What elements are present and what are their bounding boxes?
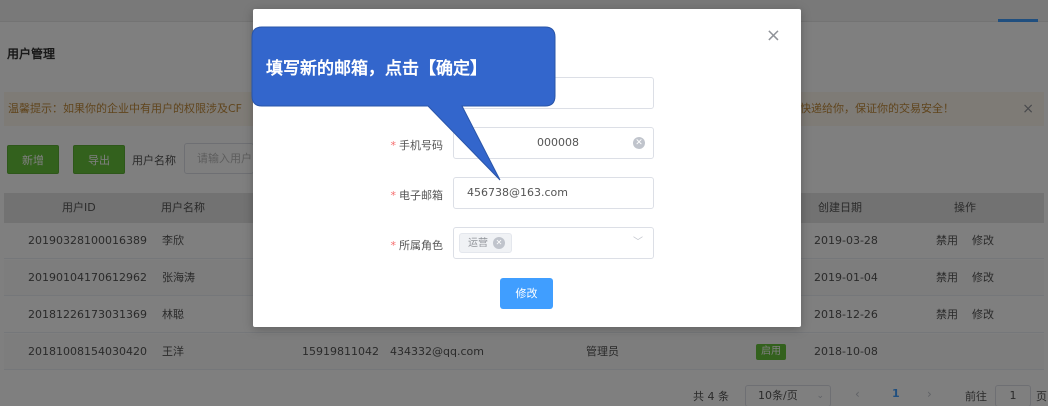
required-mark: * xyxy=(390,189,397,202)
email-value: 456738@163.com xyxy=(467,186,568,199)
callout-text: 填写新的邮箱，点击【确定】 xyxy=(266,59,487,79)
role-label-text: 所属角色 xyxy=(399,239,443,252)
username-field[interactable] xyxy=(453,77,654,109)
chevron-down-icon: ﹀ xyxy=(633,237,643,248)
required-mark: * xyxy=(390,239,397,252)
phone-label-text: 手机号码 xyxy=(399,139,443,152)
email-field[interactable]: 456738@163.com xyxy=(453,177,654,209)
role-tag: 运营 ✕ xyxy=(459,233,512,253)
role-label: * 所属角色 xyxy=(373,237,444,253)
email-label: * 电子邮箱 xyxy=(373,187,444,203)
submit-button[interactable]: 修改 xyxy=(500,278,553,309)
phone-value: 000008 xyxy=(537,136,579,149)
close-icon[interactable]: × xyxy=(766,27,781,45)
email-label-text: 电子邮箱 xyxy=(399,189,443,202)
phone-field[interactable]: 000008 ✕ xyxy=(453,127,654,159)
tag-close-icon[interactable]: ✕ xyxy=(493,237,505,249)
role-tag-text: 运营 xyxy=(468,238,488,249)
phone-label: * 手机号码 xyxy=(373,137,444,153)
clear-icon[interactable]: ✕ xyxy=(633,137,645,149)
required-mark: * xyxy=(390,139,397,152)
role-select[interactable]: 运营 ✕ ﹀ xyxy=(453,227,654,259)
